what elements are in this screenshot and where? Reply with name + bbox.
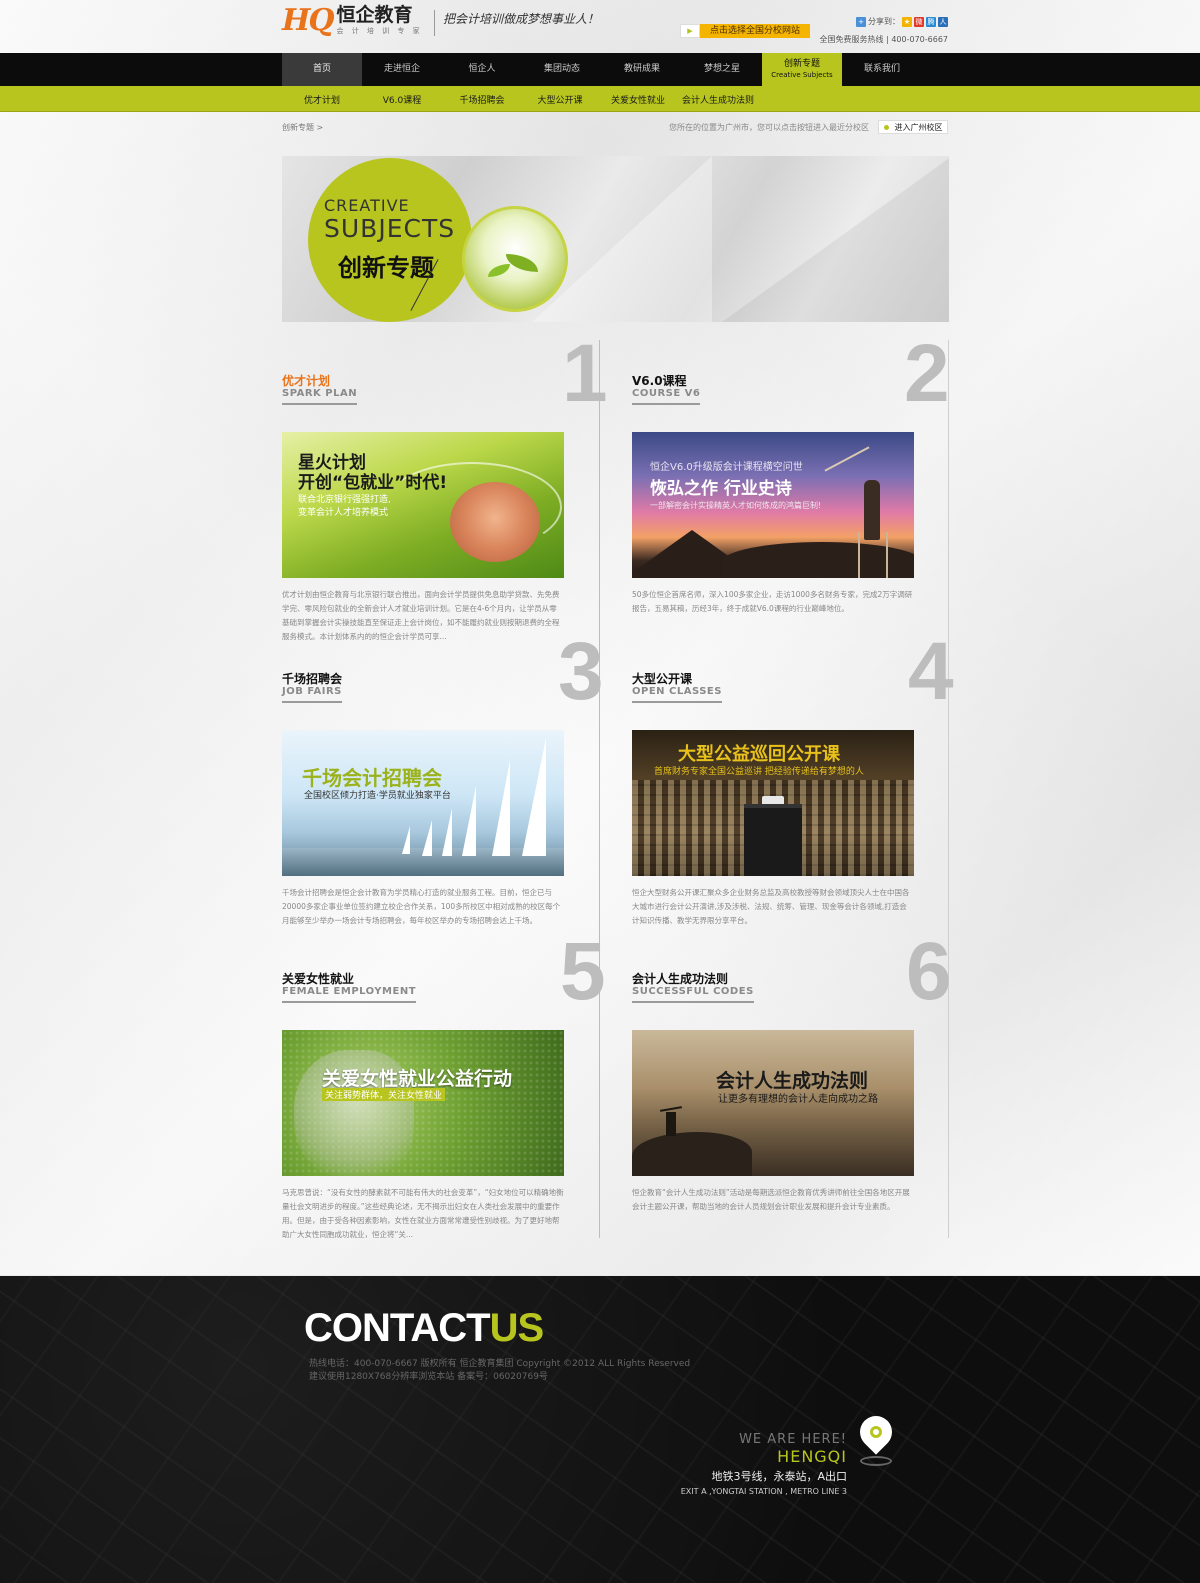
enter-campus-button[interactable]: 进入广州校区 — [878, 120, 948, 134]
topic-number: 5 — [560, 926, 606, 1017]
nav-item-dream-stars[interactable]: 梦想之星 — [682, 53, 762, 86]
hands-image — [450, 482, 540, 562]
subnav-item-female-employment[interactable]: 关爱女性就业 — [598, 93, 678, 106]
tencent-icon[interactable]: 腾 — [926, 16, 936, 27]
qzone-icon[interactable]: ★ — [902, 16, 912, 27]
city-map-background — [0, 1276, 1200, 1583]
topic-en-title: JOB FAIRS — [282, 686, 342, 703]
subnav-item-job-fairs[interactable]: 千场招聘会 — [442, 93, 522, 106]
topic-description: 恒企教育“会计人生成功法则”活动是每期选派恒企教育优秀讲师前往全国各地区开展会计… — [632, 1188, 910, 1211]
nav-item-research[interactable]: 教研成果 — [602, 53, 682, 86]
topic-en-title: OPEN CLASSES — [632, 686, 722, 703]
copyright: 热线电话：400-070-6667 版权所有 恒企教育集团 Copyright … — [309, 1359, 691, 1382]
banner-en-line1: CREATIVE — [324, 196, 410, 215]
topic-description: 马克思曾说：“没有女性的酵素就不可能有伟大的社会变革”，“妇女地位可以精确地衡量… — [282, 1188, 564, 1239]
topic-description: 优才计划由恒企教育与北京银行联合推出，面向会计学员提供免息助学贷款、先免费学完、… — [282, 590, 560, 641]
subnav-item-open-classes[interactable]: 大型公开课 — [522, 93, 598, 106]
painter-figure — [864, 480, 880, 540]
topic-image[interactable]: 千场会计招聘会 全国校区倾力打造·学员就业独家平台 — [282, 730, 564, 876]
header: HQ 恒企教育 会 计 培 训 专 家 把会计培训做成梦想事业人！ ▶ 点击选择… — [282, 0, 948, 52]
banner-en-line2: SUBJECTS — [324, 214, 456, 243]
share-bar: + 分享到： ★ 微 腾 人 — [854, 16, 948, 27]
nav-item-creative-subjects[interactable]: 创新专题 Creative Subjects — [762, 53, 842, 86]
nav-item-about[interactable]: 走进恒企 — [362, 53, 442, 86]
subnav-item-course-v6[interactable]: V6.0课程 — [362, 93, 442, 106]
topic-title[interactable]: 会计人生成功法则 — [632, 970, 728, 987]
footer: CONTACTUS 热线电话：400-070-6667 版权所有 恒企教育集团 … — [0, 1276, 1200, 1583]
nav-item-contact[interactable]: 联系我们 — [842, 53, 922, 86]
bullet-icon — [883, 124, 889, 130]
topic-description: 千场会计招聘会是恒企会计教育为学员精心打造的就业服务工程。目前，恒企已与2000… — [282, 888, 561, 925]
topic-en-title: COURSE V6 — [632, 388, 701, 405]
share-label: 分享到： — [868, 17, 900, 26]
share-plus-icon[interactable]: + — [856, 16, 866, 27]
subnav: 优才计划 V6.0课程 千场招聘会 大型公开课 关爱女性就业 会计人生成功法则 — [282, 86, 758, 112]
logo-mark: HQ — [282, 3, 335, 38]
topic-number: 3 — [558, 626, 604, 717]
banner: CREATIVE SUBJECTS 创新专题 — [282, 156, 949, 322]
weibo-icon[interactable]: 微 — [914, 16, 924, 27]
topic-description: 50多位恒企首席名师，深入100多家企业，走访1000多名财务专家，完成2万字调… — [632, 590, 913, 613]
banner-title: 创新专题 — [338, 254, 434, 282]
topic-number: 4 — [908, 626, 954, 717]
topic-en-title: FEMALE EMPLOYMENT — [282, 986, 417, 1003]
topic-description: 恒企大型财务公开课汇聚众多企业财务总监及高校教授等财会领域顶尖人士在中国各大城市… — [632, 888, 910, 925]
topic-title[interactable]: 关爱女性就业 — [282, 970, 354, 987]
topic-number: 2 — [904, 328, 950, 419]
topic-image[interactable]: 星火计划 开创“包就业”时代! 联合北京银行强强打造, 变革会计人才培养模式 — [282, 432, 564, 578]
nav-item-home[interactable]: 首页 — [282, 53, 362, 86]
hotline: 全国免费服务热线 | 400-070-6667 — [819, 35, 948, 44]
branch-selector[interactable]: ▶ 点击选择全国分校网站 — [680, 24, 811, 38]
logo-tagline: 会 计 培 训 专 家 — [336, 27, 423, 35]
right-border — [948, 340, 949, 1238]
topic-en-title: SPARK PLAN — [282, 388, 358, 405]
location-text: 您所在的位置为广州市，您可以点击按钮进入最近分校区 — [669, 123, 869, 132]
podium-image — [744, 804, 802, 876]
topic-image[interactable]: 大型公益巡回公开课 首席财务专家全国公益巡讲 把经验传递给有梦想的人 — [632, 730, 914, 876]
nav-item-news[interactable]: 集团动态 — [522, 53, 602, 86]
play-icon: ▶ — [680, 24, 700, 38]
topic-image[interactable]: 会计人生成功法则 让更多有理想的会计人走向成功之路 — [632, 1030, 914, 1176]
subnav-item-spark-plan[interactable]: 优才计划 — [282, 93, 362, 106]
topic-title[interactable]: 大型公开课 — [632, 670, 692, 687]
branch-button[interactable]: 点击选择全国分校网站 — [700, 24, 811, 38]
renren-icon[interactable]: 人 — [938, 16, 948, 27]
breadcrumb[interactable]: 创新专题 > — [282, 122, 323, 133]
climber-figure — [666, 1112, 676, 1136]
topic-title[interactable]: 千场招聘会 — [282, 670, 342, 687]
topic-number: 6 — [906, 926, 952, 1017]
topic-title[interactable]: 优才计划 — [282, 372, 330, 389]
nav-item-people[interactable]: 恒企人 — [442, 53, 522, 86]
contact-title: CONTACTUS — [304, 1306, 544, 1350]
topic-en-title: SUCCESSFUL CODES — [632, 986, 754, 1003]
topic-title[interactable]: V6.0课程 — [632, 372, 687, 389]
slogan: 把会计培训做成梦想事业人！ — [434, 10, 599, 36]
topic-image[interactable]: 关爱女性就业公益行动 关注弱势群体，关注女性就业 — [282, 1030, 564, 1176]
main-nav: 首页 走进恒企 恒企人 集团动态 教研成果 梦想之星 创新专题 Creative … — [282, 53, 922, 86]
logo-name: 恒企教育 — [336, 4, 413, 26]
topic-number: 1 — [562, 328, 608, 419]
topic-image[interactable]: 恒企V6.0升级版会计课程横空问世 恢弘之作 行业史诗 一部解密会计实操精英人才… — [632, 432, 914, 578]
column-divider — [599, 340, 600, 1238]
map-pin-icon[interactable] — [853, 1409, 899, 1466]
subnav-item-successful-codes[interactable]: 会计人生成功法则 — [678, 93, 758, 106]
address-block: WE ARE HERE! HENGQI 地铁3号线，永泰站，A出口 EXIT A… — [680, 1432, 847, 1496]
logo[interactable]: HQ 恒企教育 会 计 培 训 专 家 — [282, 4, 423, 36]
